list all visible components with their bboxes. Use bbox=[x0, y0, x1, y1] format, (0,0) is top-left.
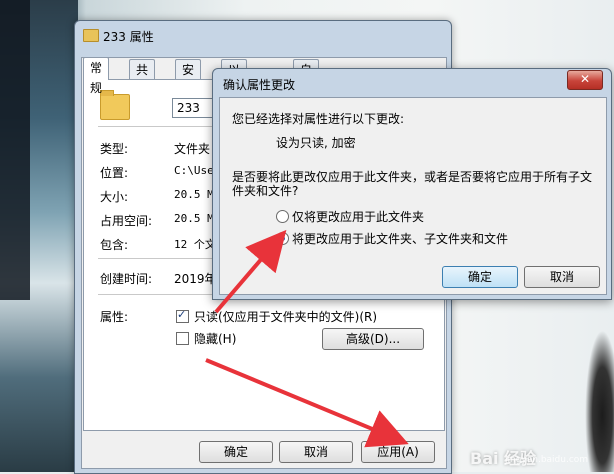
confirm-changes: 设为只读, 加密 bbox=[276, 136, 356, 150]
properties-titlebar[interactable]: 233 属性 bbox=[75, 21, 451, 49]
attributes-label: 属性: bbox=[100, 310, 129, 324]
confirm-cancel-button[interactable]: 取消 bbox=[524, 266, 600, 288]
apply-button[interactable]: 应用(A) bbox=[361, 441, 435, 463]
cancel-button[interactable]: 取消 bbox=[279, 441, 353, 463]
info-value: 文件夹 bbox=[174, 142, 211, 156]
info-label: 创建时间: bbox=[100, 272, 153, 286]
background-ink-figure bbox=[585, 330, 614, 472]
hidden-checkbox[interactable] bbox=[176, 332, 189, 345]
confirm-message: 您已经选择对属性进行以下更改: bbox=[232, 112, 405, 126]
option-folder-subfolders-files-label[interactable]: 将更改应用于此文件夹、子文件夹和文件 bbox=[292, 230, 508, 247]
confirm-dialog-title: 确认属性更改 bbox=[223, 78, 296, 92]
confirm-close-button[interactable]: ✕ bbox=[567, 70, 603, 90]
confirm-question-line2: 件夹和文件? bbox=[232, 184, 299, 198]
radio-this-folder-only[interactable] bbox=[276, 210, 289, 223]
ok-button[interactable]: 确定 bbox=[199, 441, 273, 463]
info-label: 类型: bbox=[100, 142, 129, 156]
tab-general[interactable]: 常规 bbox=[83, 57, 110, 95]
baidu-watermark-url: jingyan.baidu.com bbox=[505, 455, 589, 465]
radio-folder-subfolders-files[interactable] bbox=[276, 232, 289, 245]
info-label: 包含: bbox=[100, 238, 129, 252]
info-label: 占用空间: bbox=[100, 214, 153, 228]
readonly-checkbox[interactable] bbox=[176, 308, 189, 323]
readonly-label[interactable]: 只读(仅应用于文件夹中的文件)(R) bbox=[194, 308, 377, 325]
confirm-dialog: 确认属性更改 ✕ 您已经选择对属性进行以下更改: 设为只读, 加密 是否要将此更… bbox=[212, 68, 612, 300]
properties-title: 233 属性 bbox=[103, 30, 154, 44]
option-this-folder-only-label[interactable]: 仅将更改应用于此文件夹 bbox=[292, 208, 424, 225]
hidden-label[interactable]: 隐藏(H) bbox=[194, 330, 236, 347]
tab-sharing[interactable]: 共享 bbox=[129, 59, 156, 97]
folder-icon-large bbox=[100, 90, 130, 120]
info-label: 大小: bbox=[100, 190, 129, 204]
confirm-ok-button[interactable]: 确定 bbox=[442, 266, 518, 288]
info-value: 12 个文 bbox=[174, 238, 216, 251]
tab-security[interactable]: 安全 bbox=[175, 59, 202, 97]
background-figure-hair bbox=[0, 0, 30, 300]
folder-icon bbox=[83, 29, 99, 42]
info-label: 位置: bbox=[100, 166, 129, 180]
confirm-dialog-body: 您已经选择对属性进行以下更改: 设为只读, 加密 是否要将此更改仅应用于此文件夹… bbox=[219, 97, 607, 295]
advanced-button[interactable]: 高级(D)... bbox=[322, 328, 424, 350]
